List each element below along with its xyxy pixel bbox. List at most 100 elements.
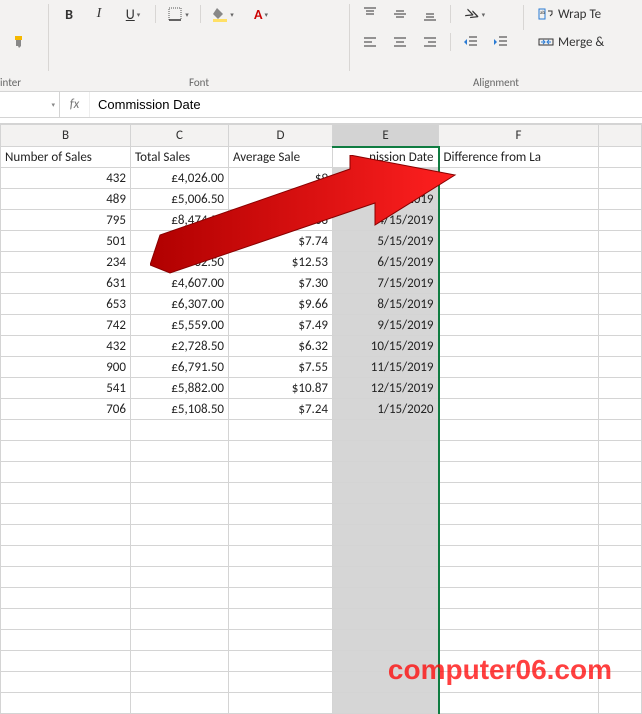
cell[interactable] [439,525,599,546]
borders-button[interactable]: ▾ [160,2,196,26]
cell[interactable] [599,462,642,483]
cell[interactable] [229,441,333,462]
cell[interactable] [229,630,333,651]
cell[interactable] [131,588,229,609]
font-color-button[interactable]: A ▾ [243,2,279,26]
cell[interactable]: $10.87 [229,378,333,399]
cell[interactable] [599,189,642,210]
cell[interactable]: £4,607.00 [131,273,229,294]
cell[interactable] [229,420,333,441]
cell[interactable] [229,651,333,672]
cell[interactable]: Difference from La [439,147,599,168]
cell[interactable]: Total Sales [131,147,229,168]
cell[interactable]: £5,559.00 [131,315,229,336]
cell[interactable] [229,693,333,714]
fx-icon[interactable]: fx [60,92,90,117]
cell[interactable] [439,651,599,672]
cell[interactable] [599,567,642,588]
cell[interactable] [599,210,642,231]
cell[interactable] [599,693,642,714]
merge-center-button[interactable]: Merge & [532,30,610,54]
cell[interactable] [599,525,642,546]
cell[interactable] [229,504,333,525]
spreadsheet-grid[interactable]: B C D E F Number of Sales Total Sales Av… [0,124,642,714]
cell-selected[interactable] [333,420,439,441]
cell[interactable] [439,315,599,336]
cell[interactable] [439,399,599,420]
cell-selected[interactable]: 12/15/2019 [333,378,439,399]
cell-selected[interactable]: 4/15/2019 [333,210,439,231]
decrease-indent-button[interactable] [457,30,485,54]
cell[interactable]: Number of Sales [1,147,131,168]
cell[interactable]: $7.74 [229,231,333,252]
cell[interactable]: $7.49 [229,315,333,336]
cell[interactable]: $7.30 [229,273,333,294]
cell-selected[interactable] [333,483,439,504]
cell[interactable] [439,672,599,693]
cell[interactable] [599,588,642,609]
cell[interactable] [439,483,599,504]
align-top-button[interactable] [356,2,384,26]
cell[interactable] [599,147,642,168]
wrap-text-button[interactable]: ab Wrap Te [532,2,610,26]
cell[interactable] [131,693,229,714]
cell[interactable] [439,378,599,399]
cell-selected[interactable] [333,504,439,525]
cell-selected[interactable] [333,525,439,546]
cell[interactable] [439,168,599,189]
cell[interactable]: £2,728.50 [131,336,229,357]
orientation-button[interactable]: ≫▾ [457,2,493,26]
name-box[interactable]: ▾ [0,92,60,117]
cell[interactable]: £5,006.50 [131,189,229,210]
cell-selected[interactable]: 7/15/2019 [333,273,439,294]
cell[interactable] [439,189,599,210]
cell[interactable] [599,273,642,294]
cell-selected[interactable] [333,462,439,483]
cell[interactable] [131,567,229,588]
align-left-button[interactable] [356,30,384,54]
cell[interactable] [599,357,642,378]
cell[interactable] [1,651,131,672]
cell[interactable] [599,483,642,504]
cell[interactable]: £2,932.50 [131,252,229,273]
cell[interactable] [1,546,131,567]
cell-selected[interactable] [333,651,439,672]
cell[interactable] [439,462,599,483]
cell[interactable] [439,630,599,651]
cell[interactable] [599,504,642,525]
cell[interactable] [229,609,333,630]
cell-selected[interactable]: 3/15/2019 [333,189,439,210]
cell[interactable] [599,294,642,315]
cell[interactable] [131,504,229,525]
cell[interactable]: 234 [1,252,131,273]
cell[interactable]: 541 [1,378,131,399]
cell[interactable] [1,693,131,714]
cell[interactable] [229,567,333,588]
cell[interactable] [229,588,333,609]
cell[interactable]: $6.32 [229,336,333,357]
cell[interactable] [229,672,333,693]
cell[interactable] [439,420,599,441]
cell[interactable] [131,609,229,630]
col-header-d[interactable]: D [229,125,333,147]
cell[interactable] [1,441,131,462]
cell[interactable]: £4,026.00 [131,168,229,189]
cell-selected[interactable] [333,567,439,588]
cell[interactable]: 653 [1,294,131,315]
col-header-c[interactable]: C [131,125,229,147]
cell[interactable] [131,420,229,441]
cell[interactable] [599,399,642,420]
col-header-end[interactable] [599,125,642,147]
cell[interactable] [439,588,599,609]
cell[interactable] [131,483,229,504]
cell[interactable] [599,378,642,399]
cell[interactable] [131,525,229,546]
cell[interactable]: 631 [1,273,131,294]
col-header-b[interactable]: B [1,125,131,147]
increase-indent-button[interactable] [487,30,515,54]
cell[interactable] [439,294,599,315]
cell[interactable]: 742 [1,315,131,336]
cell[interactable]: $9.66 [229,294,333,315]
cell[interactable] [599,609,642,630]
cell[interactable] [439,252,599,273]
